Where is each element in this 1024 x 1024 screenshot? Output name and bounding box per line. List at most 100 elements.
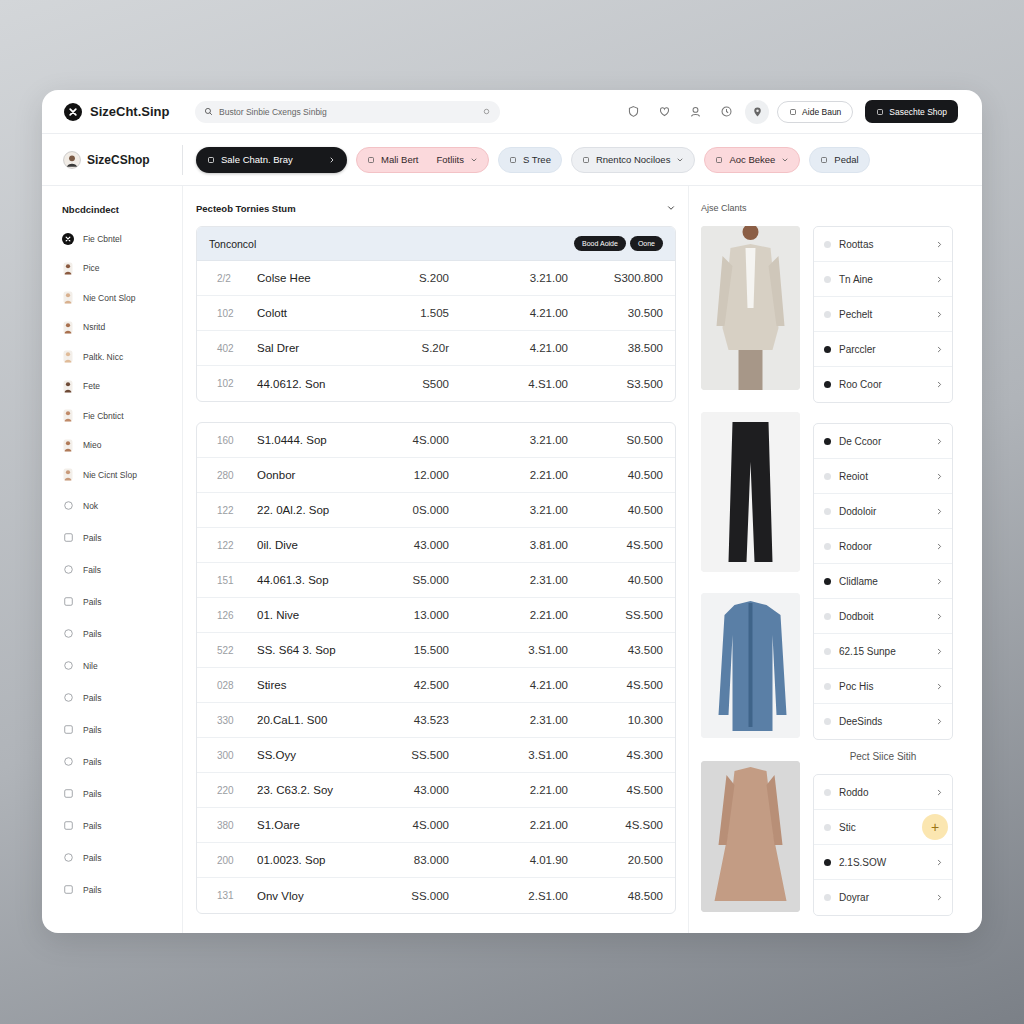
sidebar-item[interactable]: Pails (62, 874, 182, 906)
sidebar-item[interactable]: Pails (62, 842, 182, 874)
add-badge[interactable]: + (922, 814, 948, 840)
toolbar-button[interactable] (714, 100, 738, 124)
option-item[interactable]: DeeSinds (814, 704, 952, 739)
chevron-right-icon (935, 472, 944, 481)
chevron-right-icon (935, 647, 944, 656)
table-button[interactable]: Bood Aoide (574, 236, 626, 251)
option-label: 62.15 Sunpe (839, 646, 935, 657)
table-row[interactable]: 12222. 0Al.2. Sop0S.0003.21.0040.500 (197, 493, 675, 528)
sidebar-item[interactable]: Pails (62, 586, 182, 618)
search-input[interactable] (219, 107, 476, 117)
status-dot (824, 241, 831, 248)
tag-icon (715, 156, 723, 164)
sidebar-item[interactable]: Pails (62, 522, 182, 554)
table-row[interactable]: 33020.CaL1. S0043.5232.31.0010.300 (197, 703, 675, 738)
toolbar-button[interactable] (745, 100, 769, 124)
option-item[interactable]: Clidlame (814, 564, 952, 599)
option-item[interactable]: Roddo (814, 775, 952, 810)
sidebar-label: Pice (83, 263, 100, 273)
status-dot (824, 543, 831, 550)
sidebar-item[interactable]: Nsritd (62, 313, 182, 343)
chevron-right-icon (935, 612, 944, 621)
option-item[interactable]: Tn Aine (814, 262, 952, 297)
sidebar-label: Pails (83, 629, 101, 639)
option-item[interactable]: De Ccoor (814, 424, 952, 459)
table-row[interactable]: 028Stires42.5004.21.004S.500 (197, 668, 675, 703)
sidebar-item[interactable]: Paltk. Nicc (62, 342, 182, 372)
table-cell: 22. 0Al.2. Sop (257, 504, 387, 516)
sidebar-item[interactable]: Fete (62, 372, 182, 402)
sidebar-label: Pails (83, 757, 101, 767)
sidebar-item[interactable]: Mieo (62, 431, 182, 461)
sidebar-item[interactable]: Nok (62, 490, 182, 522)
table-row[interactable]: 1220il. Dive43.0003.81.004S.500 (197, 528, 675, 563)
sidebar-item[interactable]: Pails (62, 714, 182, 746)
table-row[interactable]: 380S1.Oare4S.0002.21.004S.S00 (197, 808, 675, 843)
secondary-button[interactable]: Aide Baun (777, 101, 853, 123)
table-row[interactable]: 10244.0612. SonS5004.S1.00S3.500 (197, 366, 675, 401)
option-item[interactable]: Poc His (814, 669, 952, 704)
table-cell: 2.S1.00 (449, 890, 568, 902)
option-item[interactable]: Parccler (814, 332, 952, 367)
toolbar-button[interactable] (683, 100, 707, 124)
table-cell: 12.000 (387, 469, 449, 481)
search-field[interactable] (195, 101, 500, 123)
option-item[interactable]: Pechelt (814, 297, 952, 332)
filter-pill[interactable]: Sale Chatn. Bray (196, 147, 347, 173)
sidebar-label: Fails (83, 565, 101, 575)
table-cell: 4.21.00 (449, 342, 568, 354)
table-cell: 3.S1.00 (449, 749, 568, 761)
sidebar-item[interactable]: Pails (62, 810, 182, 842)
filter-pill[interactable]: Rnentco Nociloes (571, 147, 695, 173)
status-dot (824, 438, 831, 445)
option-item[interactable]: Dodoloir (814, 494, 952, 529)
option-item[interactable]: Rodoor (814, 529, 952, 564)
table-button[interactable]: Oone (630, 236, 663, 251)
option-item[interactable]: 2.1S.SOW (814, 845, 952, 880)
sidebar-item[interactable]: Pails (62, 778, 182, 810)
toolbar-button[interactable] (621, 100, 645, 124)
table-cell: 2.21.00 (449, 819, 568, 831)
table-row[interactable]: 300SS.OyySS.5003.S1.004S.300 (197, 738, 675, 773)
table-row[interactable]: 160S1.0444. Sop4S.0003.21.00S0.500 (197, 423, 675, 458)
sidebar-item[interactable]: Nie Cicnt Slop (62, 460, 182, 490)
tag-icon (582, 156, 590, 164)
option-item[interactable]: 62.15 Sunpe (814, 634, 952, 669)
option-item[interactable]: Dodboit (814, 599, 952, 634)
table-row[interactable]: 280Oonbor12.0002.21.0040.500 (197, 458, 675, 493)
toolbar-button[interactable] (652, 100, 676, 124)
table-row[interactable]: 131Onv VloySS.0002.S1.0048.500 (197, 878, 675, 913)
sidebar-item[interactable]: Nile (62, 650, 182, 682)
sidebar-item[interactable]: Pails (62, 746, 182, 778)
option-item[interactable]: Roo Coor (814, 367, 952, 402)
person-icon (62, 409, 74, 422)
sidebar-item[interactable]: Nie Cont Slop (62, 283, 182, 313)
sidebar-item[interactable]: Pails (62, 682, 182, 714)
filter-pill[interactable]: S Tree (498, 147, 562, 173)
table-row[interactable]: 102Colott1.5054.21.0030.500 (197, 296, 675, 331)
filter-pill[interactable]: Mali BertFotliits (356, 147, 489, 173)
sidebar-item[interactable]: Fails (62, 554, 182, 586)
option-item[interactable]: Doyrar (814, 880, 952, 915)
option-item[interactable]: Stic+ (814, 810, 952, 845)
table-row[interactable]: 20001.0023. Sop83.0004.01.9020.500 (197, 843, 675, 878)
table-row[interactable]: 402Sal DrerS.20r4.21.0038.500 (197, 331, 675, 366)
filter-pill[interactable]: Pedal (809, 147, 869, 173)
option-item[interactable]: Roottas (814, 227, 952, 262)
sidebar-item[interactable]: Pice (62, 254, 182, 284)
primary-button[interactable]: Sasechte Shop (865, 100, 958, 123)
logo-icon (64, 103, 82, 121)
sidebar-item[interactable]: Fie Cbntel (62, 224, 182, 254)
table-row[interactable]: 522SS. S64 3. Sop15.5003.S1.0043.500 (197, 633, 675, 668)
sidebar-item[interactable]: Fie Cbntict (62, 401, 182, 431)
sidebar-item[interactable]: Pails (62, 618, 182, 650)
filter-pill[interactable]: Aoc Bekee (704, 147, 800, 173)
table-row[interactable]: 12601. Nive13.0002.21.00SS.500 (197, 598, 675, 633)
option-item[interactable]: Reoiot (814, 459, 952, 494)
table-cell: 43.500 (568, 644, 663, 656)
photo-column (701, 226, 800, 916)
table-row[interactable]: 2/2Colse HeeS.2003.21.00S300.800 (197, 261, 675, 296)
table-row[interactable]: 22023. C63.2. Soy43.0002.21.004S.500 (197, 773, 675, 808)
person-icon (62, 439, 74, 452)
table-row[interactable]: 15144.061.3. SopS5.0002.31.0040.500 (197, 563, 675, 598)
